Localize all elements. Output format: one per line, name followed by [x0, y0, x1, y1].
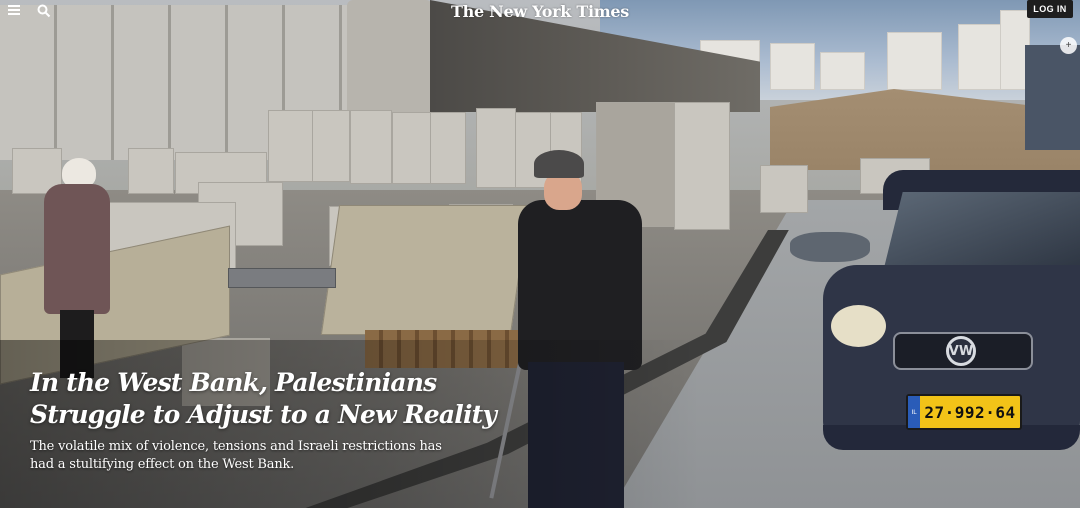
hero-photo: VW IL 27·992·64: [0, 0, 1080, 508]
concrete-block: [350, 110, 392, 184]
page-action-icon[interactable]: +: [1060, 37, 1077, 54]
headlight: [831, 305, 886, 347]
plate-number: 27·992·64: [924, 402, 1016, 422]
article-summary: The volatile mix of violence, tensions a…: [30, 439, 442, 472]
plate-country: IL: [908, 396, 920, 428]
car: VW IL 27·992·64: [823, 170, 1080, 455]
concrete-block: [128, 148, 174, 194]
article-headline[interactable]: In the West Bank, Palestinians Struggle …: [30, 367, 500, 431]
top-bar: The New York Times LOG IN: [0, 0, 1080, 22]
concrete-block: [674, 102, 730, 230]
concrete-block: [392, 112, 432, 184]
concrete-block: [312, 110, 350, 182]
concrete-block: [268, 110, 313, 182]
metal-table: [228, 268, 336, 288]
toppled-slab: [320, 205, 530, 335]
license-plate: IL 27·992·64: [906, 394, 1022, 430]
dark-panel: [1025, 45, 1080, 150]
nyt-logo[interactable]: The New York Times: [440, 2, 640, 21]
hamburger-menu-icon[interactable]: [8, 5, 20, 15]
concrete-block: [430, 112, 466, 184]
search-icon[interactable]: [37, 4, 51, 18]
vw-logo-icon: VW: [946, 336, 976, 366]
concrete-block: [760, 165, 808, 213]
login-button[interactable]: LOG IN: [1027, 0, 1073, 18]
concrete-block: [476, 108, 516, 188]
